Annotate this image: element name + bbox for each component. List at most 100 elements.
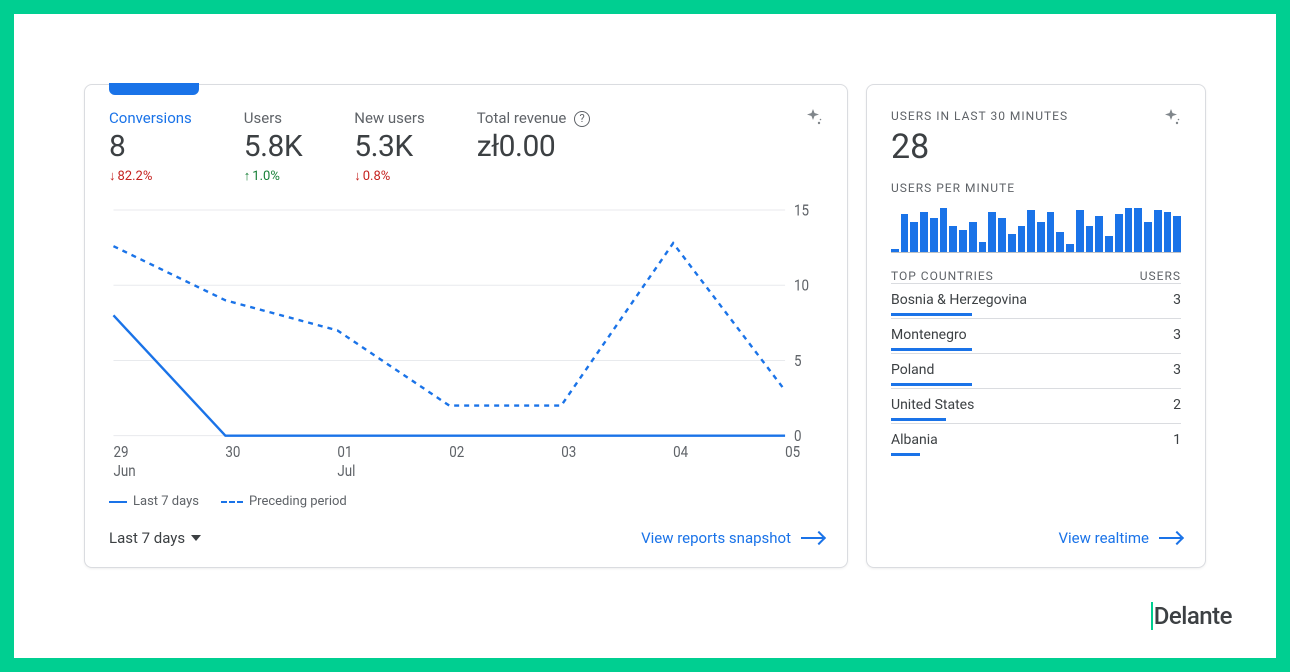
link-label: View reports snapshot <box>641 529 791 547</box>
legend-swatch-solid <box>109 501 127 503</box>
arrow-right-icon <box>801 537 823 539</box>
metric-total-revenue[interactable]: Total revenue ?zł0.00 <box>477 109 590 184</box>
chart-legend: Last 7 days Preceding period <box>109 494 823 509</box>
country-users: 3 <box>1173 292 1181 308</box>
upm-bar <box>1076 210 1084 252</box>
country-name: Poland <box>891 362 934 378</box>
upm-bar <box>969 222 977 252</box>
metric-delta: ↑1.0% <box>244 168 302 184</box>
upm-bar <box>1154 210 1162 252</box>
view-realtime-link[interactable]: View realtime <box>1058 529 1181 547</box>
view-reports-snapshot-link[interactable]: View reports snapshot <box>641 529 823 547</box>
upm-bar <box>1056 232 1064 252</box>
upm-bar <box>1173 216 1181 252</box>
upm-bar <box>1125 208 1133 252</box>
country-bar <box>891 348 972 351</box>
upm-bar <box>988 212 996 252</box>
metric-label: Conversions <box>109 109 192 127</box>
country-bar <box>891 383 972 386</box>
link-label: View realtime <box>1058 529 1149 547</box>
svg-text:Jun: Jun <box>113 461 135 481</box>
upm-label: USERS PER MINUTE <box>891 181 1181 195</box>
realtime-users-value: 28 <box>891 127 1181 167</box>
metric-label: New users <box>354 109 424 127</box>
svg-text:30: 30 <box>225 442 240 462</box>
country-users: 1 <box>1173 432 1181 448</box>
country-row[interactable]: United States 2 <box>891 388 1181 423</box>
country-row[interactable]: Montenegro 3 <box>891 318 1181 353</box>
top-countries-heading: TOP COUNTRIES <box>891 269 994 283</box>
svg-text:02: 02 <box>449 442 464 462</box>
insights-sparkle-icon[interactable] <box>801 107 825 135</box>
upm-bar <box>1037 222 1045 252</box>
overview-card: Conversions8↓82.2% Users5.8K↑1.0% New user… <box>84 84 848 568</box>
upm-bar <box>910 222 918 252</box>
svg-text:10: 10 <box>794 275 809 295</box>
upm-bar <box>901 214 909 252</box>
realtime-title: USERS IN LAST 30 MINUTES <box>891 109 1181 123</box>
upm-bar <box>1144 222 1152 252</box>
country-users: 2 <box>1173 397 1181 413</box>
country-row[interactable]: Albania 1 <box>891 423 1181 458</box>
svg-text:05: 05 <box>785 442 800 462</box>
country-bar <box>891 418 946 421</box>
svg-text:5: 5 <box>794 351 802 371</box>
country-row[interactable]: Bosnia & Herzegovina 3 <box>891 283 1181 318</box>
upm-bar <box>959 230 967 252</box>
svg-text:01: 01 <box>337 442 352 462</box>
metric-delta: ↓0.8% <box>354 168 424 184</box>
date-range-picker[interactable]: Last 7 days <box>109 529 201 547</box>
upm-bar <box>930 218 938 252</box>
upm-bar <box>998 218 1006 252</box>
insights-sparkle-icon[interactable] <box>1159 107 1183 135</box>
country-name: Montenegro <box>891 327 967 343</box>
realtime-card: USERS IN LAST 30 MINUTES 28 USERS PER MI… <box>866 84 1206 568</box>
active-tab-indicator <box>109 83 199 95</box>
upm-bar <box>1066 244 1074 252</box>
legend-swatch-dashed <box>221 501 243 503</box>
metric-users[interactable]: Users5.8K↑1.0% <box>244 109 302 184</box>
legend-label-solid: Last 7 days <box>133 494 199 509</box>
upm-bar <box>1164 212 1172 252</box>
metric-conversions[interactable]: Conversions8↓82.2% <box>109 109 192 184</box>
svg-text:15: 15 <box>794 202 809 220</box>
upm-bar <box>1086 226 1094 252</box>
upm-bar <box>891 249 899 252</box>
upm-bar <box>1105 236 1113 252</box>
caret-down-icon <box>191 535 201 541</box>
metric-label: Users <box>244 109 302 127</box>
svg-text:03: 03 <box>561 442 576 462</box>
metric-value: 5.3K <box>354 129 424 164</box>
country-users: 3 <box>1173 327 1181 343</box>
upm-bar <box>979 242 987 252</box>
country-name: Albania <box>891 432 938 448</box>
country-bar <box>891 313 972 316</box>
upm-bar <box>1027 210 1035 252</box>
users-per-minute-bar-chart <box>891 203 1181 253</box>
svg-text:29: 29 <box>113 442 128 462</box>
svg-text:04: 04 <box>673 442 688 462</box>
upm-bar <box>1115 214 1123 252</box>
upm-bar <box>949 226 957 252</box>
upm-bar <box>940 208 948 252</box>
country-bar <box>891 453 920 456</box>
country-name: United States <box>891 397 974 413</box>
delante-logo: Delante <box>1151 602 1232 630</box>
metric-new-users[interactable]: New users 5.3K ↓0.8% <box>354 109 424 184</box>
metric-value: zł0.00 <box>477 129 590 164</box>
date-range-label: Last 7 days <box>109 529 185 547</box>
conversions-line-chart: 05101529Jun3001Jul02030405 <box>109 202 823 484</box>
metric-delta: ↓82.2% <box>109 168 192 184</box>
legend-label-dashed: Preceding period <box>249 494 347 509</box>
upm-bar <box>920 212 928 252</box>
help-icon[interactable]: ? <box>574 111 590 127</box>
arrow-right-icon <box>1159 537 1181 539</box>
country-name: Bosnia & Herzegovina <box>891 292 1027 308</box>
svg-text:Jul: Jul <box>337 461 355 481</box>
upm-bar <box>1047 212 1055 252</box>
upm-bar <box>1018 226 1026 252</box>
users-heading: USERS <box>1140 269 1181 283</box>
upm-bar <box>1008 234 1016 252</box>
country-row[interactable]: Poland 3 <box>891 353 1181 388</box>
country-users: 3 <box>1173 362 1181 378</box>
